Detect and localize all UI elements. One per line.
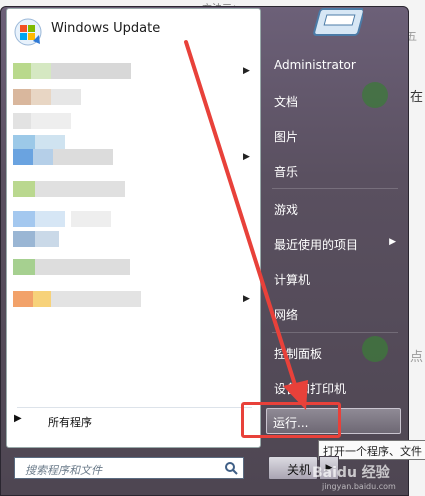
right-item-games[interactable]: 游戏 — [268, 197, 404, 221]
right-item-network[interactable]: 网络 — [268, 302, 404, 326]
list-item[interactable] — [11, 231, 251, 253]
right-item-pictures[interactable]: 图片 — [268, 124, 404, 148]
background-char: 点 — [410, 350, 424, 365]
shutdown-label: 关机 — [287, 463, 312, 477]
list-item[interactable] — [11, 259, 251, 281]
search-input[interactable]: 搜索程序和文件 — [14, 457, 244, 479]
windows-update-label: Windows Update — [51, 21, 161, 36]
all-programs-button[interactable]: ▶ 所有程序 — [8, 408, 248, 434]
expand-arrow-icon: ▶ — [14, 413, 22, 424]
right-item-music[interactable]: 音乐 — [268, 159, 404, 183]
divider — [272, 332, 398, 333]
right-item-label: 音乐 — [274, 165, 299, 179]
user-picture-frame — [307, 7, 365, 37]
right-item-label: 控制面板 — [274, 347, 323, 361]
watermark-url: jingyan.baidu.com — [322, 482, 396, 491]
submenu-arrow-icon: ▶ — [243, 66, 250, 76]
right-item-recent[interactable]: 最近使用的项目 ▶ — [268, 232, 404, 256]
programs-pane: Windows Update ▶ ▶ ▶ — [6, 8, 261, 448]
right-item-computer[interactable]: 计算机 — [268, 267, 404, 291]
submenu-arrow-icon: ▶ — [389, 237, 396, 247]
list-item[interactable]: ▶ — [11, 63, 251, 85]
right-item-label: 设备和打印机 — [274, 382, 347, 396]
right-item-label: 最近使用的项目 — [274, 238, 359, 252]
list-item[interactable] — [11, 181, 251, 203]
right-item-label: 图片 — [274, 130, 299, 144]
right-item-label: 网络 — [274, 308, 299, 322]
pinned-app-windows-update[interactable]: Windows Update — [7, 9, 260, 51]
list-item[interactable] — [11, 89, 251, 111]
list-item[interactable] — [11, 113, 251, 135]
search-placeholder: 搜索程序和文件 — [25, 464, 102, 477]
all-programs-label: 所有程序 — [48, 416, 92, 429]
submenu-arrow-icon: ▶ — [243, 294, 250, 304]
right-item-devices-printers[interactable]: 设备和打印机 — [268, 376, 404, 400]
windows-update-icon — [14, 18, 42, 46]
right-item-label: 文档 — [274, 95, 299, 109]
blur-spot — [362, 336, 388, 362]
right-item-user[interactable]: Administrator — [268, 54, 404, 78]
list-item[interactable]: ▶ — [11, 291, 251, 313]
watermark: Baidu 经验 — [312, 465, 390, 481]
submenu-arrow-icon: ▶ — [243, 152, 250, 162]
right-item-label: 游戏 — [274, 203, 299, 217]
list-item[interactable]: ▶ — [11, 149, 251, 171]
shutdown-button[interactable]: 关机 — [268, 456, 318, 480]
right-item-label: 计算机 — [274, 273, 311, 287]
search-icon — [225, 462, 238, 475]
highlight-box — [241, 402, 341, 438]
background-char: 在 — [410, 90, 424, 105]
divider — [272, 188, 398, 189]
list-item[interactable] — [11, 211, 251, 233]
blur-spot — [362, 82, 388, 108]
right-item-label: Administrator — [274, 58, 356, 72]
